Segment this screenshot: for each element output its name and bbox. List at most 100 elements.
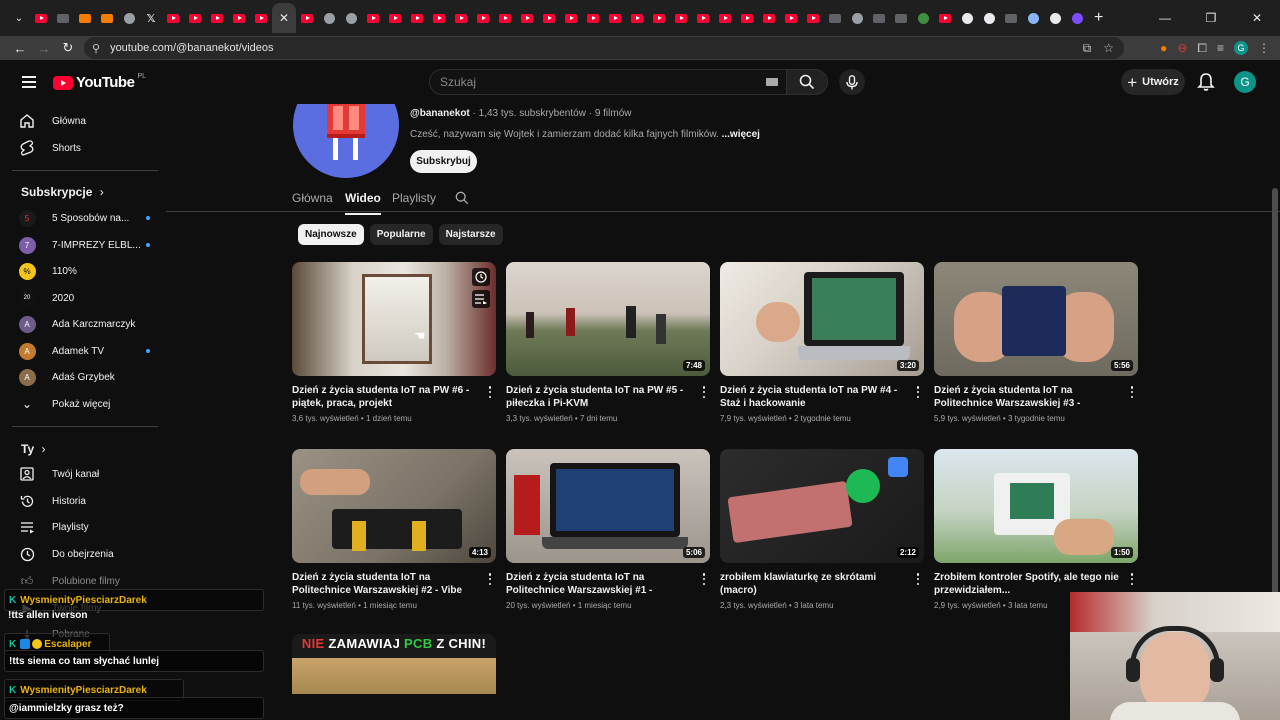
browser-tab[interactable] <box>868 4 890 32</box>
video-title[interactable]: zrobiłem klawiaturkę ze skrótami (macro) <box>720 571 906 597</box>
sidebar-item-subscription[interactable]: 7 7-IMPREZY ELBL... <box>12 232 158 258</box>
sidebar-item-your-channel[interactable]: Twój kanał <box>12 461 158 487</box>
browser-tab[interactable] <box>1044 4 1066 32</box>
browser-tab[interactable] <box>162 4 184 32</box>
more-actions-icon[interactable] <box>916 573 920 585</box>
video-thumbnail[interactable]: NIE ZAMAWIAJ PCB Z CHIN! <box>292 634 496 694</box>
chip-popular[interactable]: Popularne <box>369 224 433 245</box>
browser-tab[interactable] <box>978 4 1000 32</box>
minimize-icon[interactable]: — <box>1142 0 1188 36</box>
omnibox[interactable]: ⚲ youtube.com/@bananekot/videos ⧉ ☆ <box>84 37 1124 59</box>
search-box[interactable] <box>429 69 786 95</box>
browser-tab[interactable] <box>472 4 494 32</box>
video-title[interactable]: Dzień z życia studenta IoT na Politechni… <box>292 571 478 597</box>
video-card[interactable]: 5:56 Dzień z życia studenta IoT na Polit… <box>934 262 1138 423</box>
browser-tab[interactable] <box>538 4 560 32</box>
subscriptions-heading[interactable]: Subskrypcje › <box>21 185 104 199</box>
menu-icon[interactable] <box>22 76 36 88</box>
video-title[interactable]: Dzień z życia studenta IoT na PW #5 - pi… <box>506 384 692 410</box>
sidebar-item-subscription[interactable]: A Ada Karczmarczyk <box>12 311 158 337</box>
video-thumbnail[interactable]: 5:06 <box>506 449 710 563</box>
browser-tab[interactable] <box>384 4 406 32</box>
voice-search-button[interactable] <box>839 69 865 95</box>
user-avatar[interactable]: G <box>1234 71 1256 93</box>
browser-tab[interactable] <box>912 4 934 32</box>
sidebar-item-playlists[interactable]: Playlisty <box>12 514 158 540</box>
extension-orange-icon[interactable]: ● <box>1160 41 1167 55</box>
browser-tab[interactable] <box>1000 4 1022 32</box>
sidebar-item-show-more[interactable]: ⌄ Pokaż więcej <box>12 391 158 417</box>
browser-tab[interactable] <box>296 4 318 32</box>
browser-tab[interactable] <box>824 4 846 32</box>
browser-tab[interactable] <box>340 4 362 32</box>
more-actions-icon[interactable] <box>1130 573 1134 585</box>
video-card[interactable]: ☚ Dzień z życia studenta IoT na PW #6 - … <box>292 262 496 423</box>
notifications-bell-icon[interactable] <box>1197 72 1215 92</box>
back-icon[interactable]: ← <box>8 36 32 60</box>
more-actions-icon[interactable] <box>488 573 492 585</box>
browser-tab[interactable] <box>714 4 736 32</box>
video-thumbnail[interactable]: ☚ <box>292 262 496 376</box>
browser-tab[interactable] <box>494 4 516 32</box>
video-thumbnail[interactable]: 1:50 <box>934 449 1138 563</box>
video-title[interactable]: Dzień z życia studenta IoT na Politechni… <box>934 384 1120 410</box>
more-actions-icon[interactable] <box>702 573 706 585</box>
browser-tab[interactable] <box>802 4 824 32</box>
video-card[interactable]: NIE ZAMAWIAJ PCB Z CHIN! <box>292 634 496 694</box>
close-window-icon[interactable]: ✕ <box>1234 0 1280 36</box>
extension-block-icon[interactable]: ⊖ <box>1177 41 1187 55</box>
tab-list-button[interactable]: ⌄ <box>8 4 30 32</box>
video-card[interactable]: 1:50 Zrobiłem kontroler Spotify, ale teg… <box>934 449 1138 610</box>
search-input[interactable] <box>440 75 760 89</box>
browser-tab[interactable] <box>228 4 250 32</box>
reading-list-icon[interactable]: ≡ <box>1217 41 1224 55</box>
browser-tab[interactable] <box>890 4 912 32</box>
browser-tab[interactable] <box>956 4 978 32</box>
reload-icon[interactable]: ↻ <box>56 36 80 60</box>
browser-tab[interactable] <box>318 4 340 32</box>
channel-search-icon[interactable] <box>455 191 469 205</box>
browser-tab[interactable] <box>1066 4 1088 32</box>
add-to-queue-icon[interactable] <box>472 290 490 308</box>
browser-tab[interactable] <box>670 4 692 32</box>
install-app-icon[interactable]: ⧉ <box>1083 41 1092 56</box>
more-actions-icon[interactable] <box>1130 386 1134 398</box>
browser-tab[interactable] <box>206 4 228 32</box>
browser-tab[interactable] <box>560 4 582 32</box>
browser-tab[interactable] <box>118 4 140 32</box>
new-tab-icon[interactable]: + <box>1094 9 1103 27</box>
browser-tab[interactable] <box>846 4 868 32</box>
browser-tab[interactable] <box>582 4 604 32</box>
extensions-puzzle-icon[interactable]: ⧠ <box>1197 41 1207 56</box>
browser-tab[interactable]: 𝕏 <box>140 4 162 32</box>
sidebar-item-subscription[interactable]: A Adamek TV <box>12 338 158 364</box>
browser-tab[interactable] <box>184 4 206 32</box>
browser-tab[interactable] <box>648 4 670 32</box>
browser-tab[interactable] <box>1022 4 1044 32</box>
chip-oldest[interactable]: Najstarsze <box>438 224 503 245</box>
tab-playlists[interactable]: Playlisty <box>392 191 436 205</box>
channel-avatar-large[interactable] <box>293 104 399 178</box>
browser-tab[interactable] <box>406 4 428 32</box>
bookmark-star-icon[interactable]: ☆ <box>1103 41 1114 56</box>
video-card[interactable]: 7:48 Dzień z życia studenta IoT na PW #5… <box>506 262 710 423</box>
sidebar-item-subscription[interactable]: % 110% <box>12 258 158 284</box>
profile-avatar-icon[interactable]: G <box>1234 41 1248 55</box>
search-button[interactable] <box>786 69 828 95</box>
video-card[interactable]: 5:06 Dzień z życia studenta IoT na Polit… <box>506 449 710 610</box>
sidebar-item-subscription[interactable]: A Adaś Grzybek <box>12 364 158 390</box>
browser-tab[interactable] <box>250 4 272 32</box>
browser-tab[interactable] <box>758 4 780 32</box>
browser-tab[interactable] <box>428 4 450 32</box>
video-thumbnail[interactable]: 4:13 <box>292 449 496 563</box>
site-info-icon[interactable]: ⚲ <box>92 42 100 55</box>
more-actions-icon[interactable] <box>488 386 492 398</box>
video-thumbnail[interactable]: 2:12 <box>720 449 924 563</box>
you-heading[interactable]: Ty › <box>21 442 45 456</box>
youtube-logo[interactable]: YouTube PL <box>53 73 146 91</box>
browser-tab[interactable] <box>604 4 626 32</box>
video-card[interactable]: 4:13 Dzień z życia studenta IoT na Polit… <box>292 449 496 610</box>
video-card[interactable]: 3:20 Dzień z życia studenta IoT na PW #4… <box>720 262 924 423</box>
sidebar-item-shorts[interactable]: Shorts <box>12 135 158 161</box>
sidebar-item-subscription[interactable]: 20 2020 <box>12 285 158 311</box>
